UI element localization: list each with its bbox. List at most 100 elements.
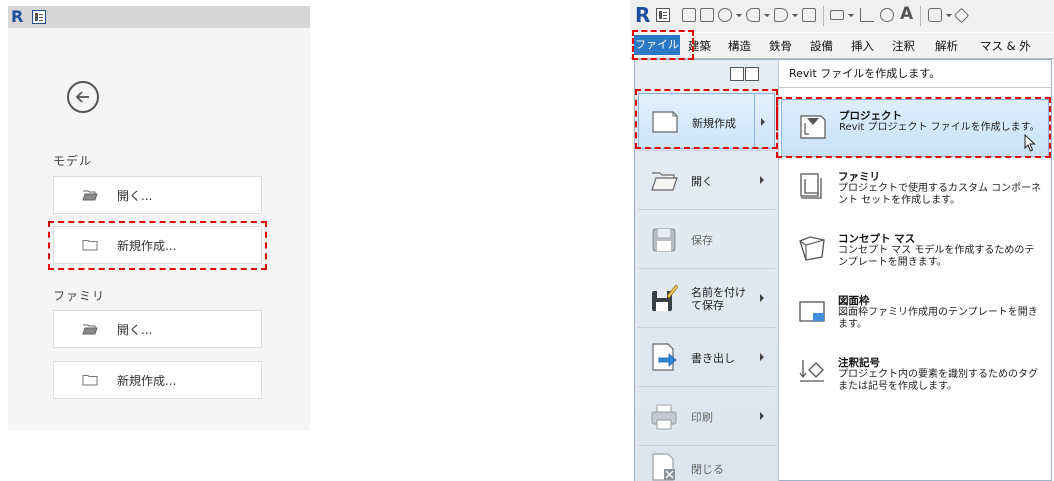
menu-item-new-label: 新規作成 bbox=[692, 117, 736, 130]
section-label-model: モデル bbox=[53, 154, 93, 168]
toolbar-separator bbox=[920, 6, 921, 26]
submenu-item-conceptual-mass-title: コンセプト マス bbox=[838, 233, 916, 245]
sync-dropdown-icon[interactable] bbox=[736, 14, 742, 17]
3d-view-dropdown-icon[interactable] bbox=[946, 14, 952, 17]
new-folder-icon bbox=[82, 375, 98, 386]
model-new-button[interactable]: 新規作成... bbox=[53, 226, 262, 264]
menu-item-open[interactable]: 開く bbox=[638, 152, 775, 208]
application-menu-commands: 新規作成 開く 保存 名前を付け て保存 書き出し 印刷 閉じる bbox=[635, 60, 779, 481]
annotation-symbol-icon bbox=[799, 360, 824, 382]
new-folder-icon bbox=[82, 240, 98, 251]
family-new-label: 新規作成... bbox=[117, 374, 177, 388]
revit-logo: R bbox=[11, 7, 24, 26]
submenu-arrow-icon bbox=[761, 118, 765, 126]
menu-separator bbox=[638, 268, 775, 269]
folder-open-icon bbox=[82, 190, 98, 201]
export-icon bbox=[652, 343, 677, 371]
submenu-item-project-desc: Revit プロジェクト ファイルを作成します。 bbox=[839, 122, 1040, 133]
submenu-item-annotation-symbol-desc: プロジェクト内の要素を識別するためのタグまたは記号を作成します。 bbox=[838, 369, 1038, 392]
back-arrow-icon bbox=[75, 91, 89, 103]
save-as-icon bbox=[652, 284, 678, 311]
submenu-item-annotation-symbol-title: 注釈記号 bbox=[838, 357, 880, 369]
folder-open-icon bbox=[82, 324, 98, 335]
measure-icon[interactable] bbox=[830, 10, 844, 20]
recent-files-icon[interactable] bbox=[32, 10, 46, 24]
submenu-item-family-title: ファミリ bbox=[838, 171, 880, 183]
submenu-item-annotation-symbol[interactable]: 注釈記号 プロジェクト内の要素を識別するためのタグまたは記号を作成します。 bbox=[781, 347, 1049, 405]
submenu-item-family[interactable]: ファミリ プロジェクトで使用するカスタム コンポーネント セットを作成します。 bbox=[781, 161, 1049, 219]
redo-dropdown-icon[interactable] bbox=[792, 14, 798, 17]
sync-icon[interactable] bbox=[718, 8, 732, 22]
model-open-label: 開く... bbox=[117, 189, 153, 203]
title-bar: R bbox=[8, 6, 310, 28]
submenu-header: Revit ファイルを作成します。 bbox=[779, 60, 1051, 88]
revit-logo[interactable]: R bbox=[635, 3, 650, 27]
menu-item-new[interactable]: 新規作成 bbox=[638, 93, 775, 149]
tab-insert[interactable]: 挿入 bbox=[851, 38, 874, 54]
conceptual-mass-icon bbox=[799, 236, 825, 261]
submenu-arrow-icon bbox=[760, 412, 764, 420]
submenu-item-title-block-title: 図面枠 bbox=[838, 295, 870, 307]
menu-separator bbox=[638, 209, 775, 210]
section-label-family: ファミリ bbox=[53, 289, 106, 303]
tag-icon[interactable] bbox=[880, 8, 894, 22]
print-icon[interactable] bbox=[802, 8, 816, 22]
menu-item-save[interactable]: 保存 bbox=[638, 211, 775, 267]
menu-separator bbox=[638, 150, 775, 151]
open-icon[interactable] bbox=[682, 8, 696, 22]
menu-separator bbox=[638, 445, 775, 446]
menu-item-close[interactable]: 閉じる bbox=[638, 447, 775, 481]
submenu-item-project[interactable]: プロジェクト Revit プロジェクト ファイルを作成します。 bbox=[781, 99, 1049, 157]
quick-access-toolbar: R A bbox=[630, 0, 1054, 32]
family-open-button[interactable]: 開く... bbox=[53, 310, 262, 348]
back-button[interactable] bbox=[67, 81, 99, 113]
measure-dropdown-icon[interactable] bbox=[848, 14, 854, 17]
tab-massing[interactable]: マス & 外 bbox=[980, 38, 1031, 54]
submenu-item-title-block[interactable]: 図面枠 図面枠ファミリ作成用のテンプレートを開きます。 bbox=[781, 285, 1049, 343]
menu-item-print[interactable]: 印刷 bbox=[638, 388, 775, 444]
tab-structure[interactable]: 構造 bbox=[728, 38, 751, 54]
revit-file-menu-window: R A ファイル 建築 構造 鉄骨 設備 挿入 注釈 解析 マス & 外 新規作… bbox=[630, 0, 1054, 481]
recent-files-icon[interactable] bbox=[656, 8, 670, 22]
new-submenu-panel: Revit ファイルを作成します。 プロジェクト Revit プロジェクト ファ… bbox=[779, 60, 1051, 480]
project-icon bbox=[800, 115, 826, 139]
new-document-icon bbox=[652, 111, 678, 133]
undo-dropdown-icon[interactable] bbox=[764, 14, 770, 17]
submenu-item-project-title: プロジェクト bbox=[839, 110, 902, 122]
redo-icon[interactable] bbox=[774, 8, 788, 22]
open-documents-icon[interactable] bbox=[730, 67, 744, 81]
menu-mini-toolbar bbox=[730, 66, 760, 85]
menu-item-save-as[interactable]: 名前を付け て保存 bbox=[638, 270, 775, 326]
start-screen-panel: R モデル 開く... 新規作成... ファミリ 開く... 新規作成... bbox=[8, 6, 310, 430]
tab-analyze[interactable]: 解析 bbox=[935, 38, 958, 54]
menu-item-export[interactable]: 書き出し bbox=[638, 329, 775, 385]
ribbon-tab-bar: ファイル 建築 構造 鉄骨 設備 挿入 注釈 解析 マス & 外 bbox=[630, 33, 1054, 59]
undo-icon[interactable] bbox=[746, 8, 760, 22]
tab-steel[interactable]: 鉄骨 bbox=[769, 38, 792, 54]
menu-item-print-label: 印刷 bbox=[691, 411, 713, 424]
3d-view-icon[interactable] bbox=[928, 8, 942, 22]
model-open-button[interactable]: 開く... bbox=[53, 176, 262, 214]
tab-architecture[interactable]: 建築 bbox=[688, 38, 711, 54]
submenu-item-title-block-desc: 図面枠ファミリ作成用のテンプレートを開きます。 bbox=[838, 307, 1038, 330]
recent-documents-icon[interactable] bbox=[745, 67, 759, 81]
print-icon bbox=[651, 404, 677, 430]
submenu-arrow-area[interactable] bbox=[754, 94, 776, 148]
submenu-arrow-icon bbox=[760, 176, 764, 184]
text-icon[interactable]: A bbox=[900, 4, 913, 24]
tab-annotate[interactable]: 注釈 bbox=[892, 38, 915, 54]
submenu-item-conceptual-mass[interactable]: コンセプト マス コンセプト マス モデルを作成するためのテンプレートを開きます… bbox=[781, 223, 1049, 281]
family-icon bbox=[800, 173, 822, 199]
save-icon[interactable] bbox=[700, 8, 714, 22]
tab-file[interactable]: ファイル bbox=[634, 35, 680, 55]
application-menu: 新規作成 開く 保存 名前を付け て保存 書き出し 印刷 閉じる Revit フ… bbox=[634, 59, 1052, 481]
save-disk-icon bbox=[652, 228, 676, 252]
family-new-button[interactable]: 新規作成... bbox=[53, 361, 262, 399]
menu-item-close-label: 閉じる bbox=[691, 463, 724, 476]
tab-systems[interactable]: 設備 bbox=[810, 38, 833, 54]
menu-separator bbox=[638, 386, 775, 387]
section-icon[interactable] bbox=[953, 7, 970, 24]
dimension-icon[interactable] bbox=[860, 8, 874, 22]
menu-item-export-label: 書き出し bbox=[691, 352, 735, 365]
mouse-pointer-icon bbox=[1024, 134, 1036, 152]
